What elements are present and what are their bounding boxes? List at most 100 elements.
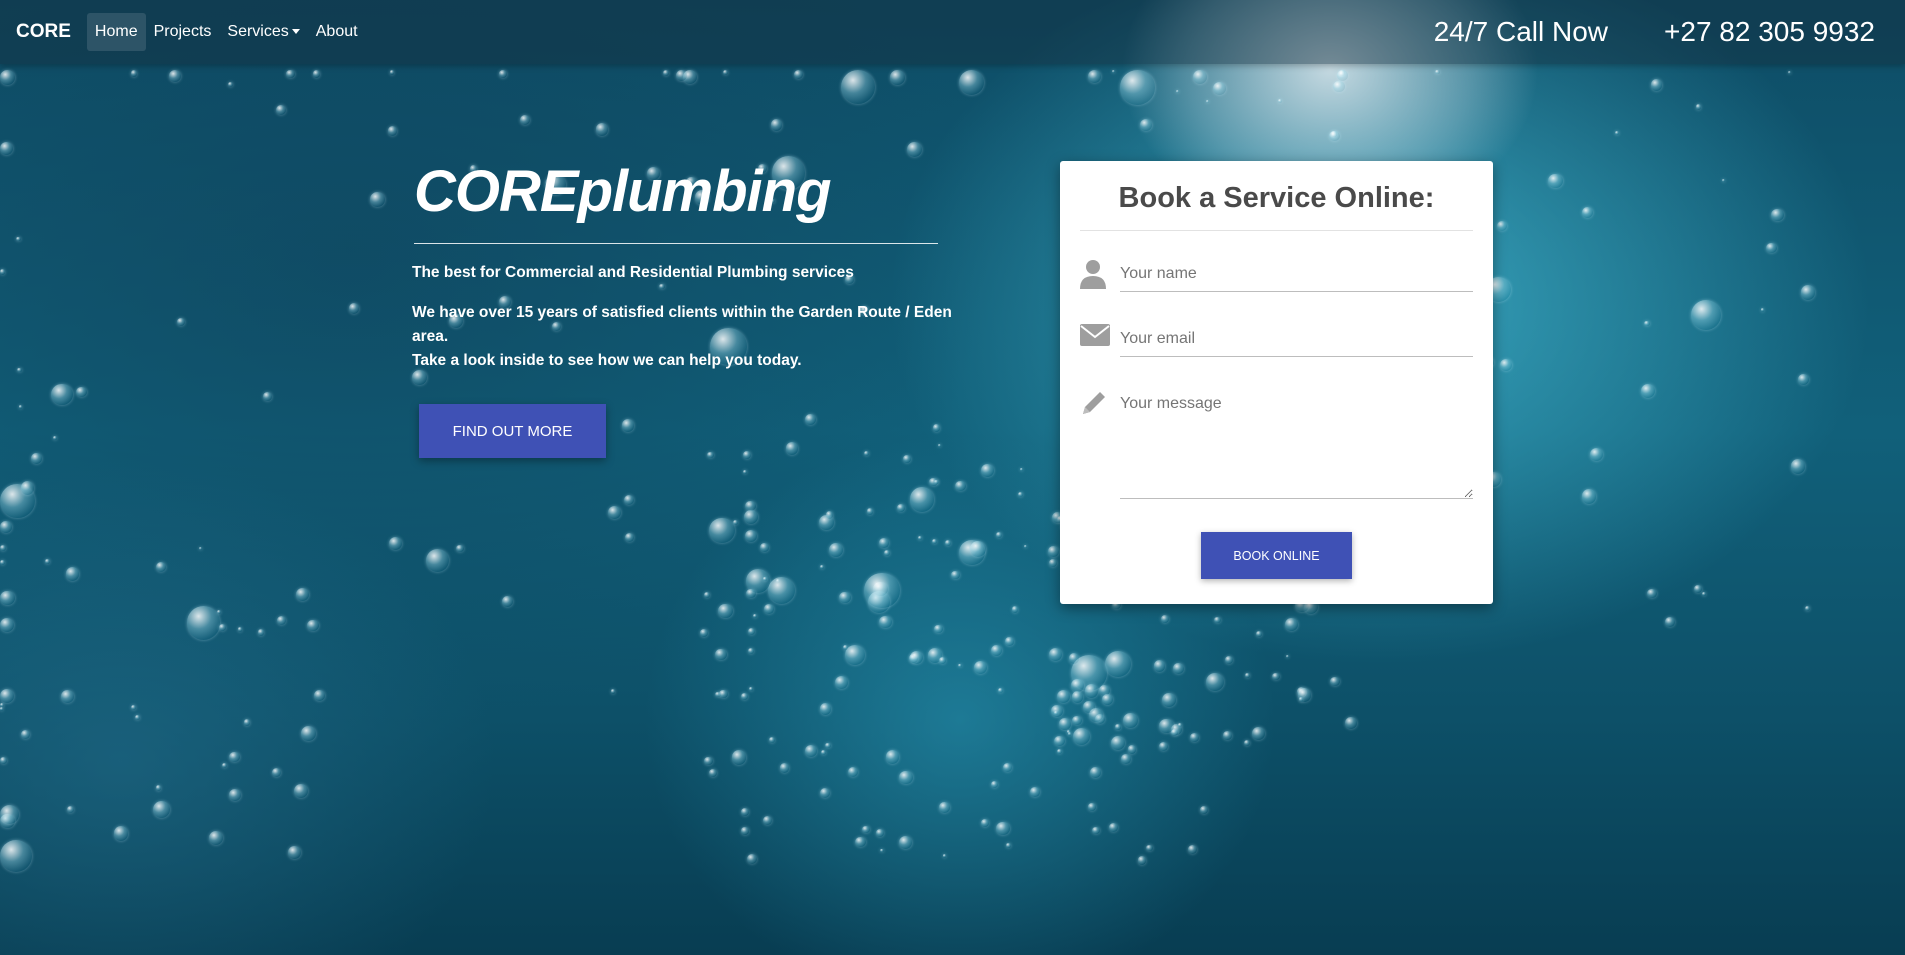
bubble bbox=[17, 367, 23, 373]
bubble bbox=[1245, 673, 1251, 679]
name-input[interactable] bbox=[1120, 259, 1473, 292]
bubble bbox=[1647, 588, 1657, 599]
bubble bbox=[804, 414, 816, 426]
bubble bbox=[113, 826, 129, 841]
bubble bbox=[847, 767, 858, 778]
email-input[interactable] bbox=[1120, 324, 1473, 357]
bubble bbox=[732, 519, 739, 525]
bubble bbox=[749, 687, 754, 692]
message-textarea[interactable] bbox=[1120, 389, 1473, 499]
bubble bbox=[1277, 99, 1282, 104]
bubble bbox=[770, 119, 783, 131]
bubble bbox=[907, 142, 923, 158]
bubble bbox=[896, 503, 906, 513]
bubble bbox=[20, 481, 35, 495]
bubble bbox=[1285, 618, 1298, 631]
bubble bbox=[821, 749, 827, 755]
nav-home[interactable]: Home bbox=[86, 13, 146, 51]
bubble bbox=[744, 509, 758, 524]
bubble bbox=[708, 769, 717, 778]
bubble bbox=[1049, 558, 1058, 567]
bubble bbox=[1760, 307, 1765, 312]
bubble bbox=[743, 470, 748, 475]
bubble bbox=[762, 815, 772, 826]
bubble bbox=[1121, 754, 1131, 764]
bubble bbox=[1109, 822, 1119, 832]
bubble bbox=[883, 549, 890, 556]
bubble bbox=[1615, 130, 1619, 135]
nav-projects[interactable]: Projects bbox=[146, 13, 220, 51]
bubble bbox=[217, 609, 222, 614]
bubble bbox=[939, 656, 946, 664]
bubble bbox=[1190, 733, 1200, 743]
message-row bbox=[1080, 389, 1473, 499]
bubble bbox=[66, 805, 75, 814]
bubble bbox=[1337, 70, 1349, 81]
bubble bbox=[980, 818, 990, 828]
bubble bbox=[918, 535, 923, 540]
nav-about[interactable]: About bbox=[308, 13, 366, 51]
bubble bbox=[1581, 489, 1597, 504]
bubble bbox=[840, 70, 875, 105]
bubble bbox=[1140, 118, 1153, 131]
bubble bbox=[1329, 130, 1340, 142]
bubble bbox=[1345, 716, 1358, 729]
bubble bbox=[0, 839, 32, 872]
bubble bbox=[707, 451, 714, 459]
bubble bbox=[1059, 718, 1071, 730]
bubble bbox=[0, 520, 12, 533]
bubble bbox=[1115, 724, 1121, 730]
bubble bbox=[704, 756, 714, 766]
bubbles-decoration bbox=[0, 0, 1905, 955]
bubble bbox=[1252, 727, 1265, 740]
phone-number[interactable]: +27 82 305 9932 bbox=[1664, 16, 1875, 48]
bubble bbox=[1017, 491, 1024, 498]
bubble bbox=[0, 70, 15, 85]
bubble bbox=[1333, 80, 1345, 93]
bubble bbox=[262, 391, 272, 401]
bubble bbox=[1068, 652, 1080, 664]
bubble bbox=[1223, 731, 1232, 741]
bubble bbox=[879, 538, 889, 548]
book-online-button[interactable]: BOOK ONLINE bbox=[1201, 532, 1352, 579]
bubble bbox=[709, 517, 735, 544]
bubble bbox=[828, 543, 843, 558]
nav-services[interactable]: Services bbox=[219, 13, 307, 51]
bubble bbox=[16, 236, 21, 242]
bubble bbox=[187, 606, 221, 640]
find-out-more-button[interactable]: FIND OUT MORE bbox=[419, 404, 606, 458]
bubble bbox=[1088, 803, 1096, 811]
bubble bbox=[1071, 679, 1084, 692]
bubble bbox=[0, 141, 13, 155]
bubble bbox=[835, 676, 849, 689]
bubble bbox=[45, 559, 50, 564]
bubble bbox=[1146, 844, 1153, 852]
bubble bbox=[951, 570, 960, 580]
bubble bbox=[779, 763, 790, 774]
bubble bbox=[718, 603, 733, 619]
bubble bbox=[742, 450, 752, 460]
bubble bbox=[243, 719, 251, 726]
bubble bbox=[793, 70, 803, 80]
bubble bbox=[625, 532, 635, 542]
bubble bbox=[864, 572, 900, 609]
brand-logo[interactable]: CORE bbox=[16, 21, 71, 43]
bubble bbox=[293, 784, 308, 799]
bubble bbox=[764, 604, 775, 614]
hero-line-2: Take a look inside to see how we can hel… bbox=[412, 352, 802, 369]
navbar: CORE Home Projects Services About 24/7 C… bbox=[0, 0, 1905, 64]
envelope-icon bbox=[1080, 324, 1120, 351]
bubble bbox=[18, 405, 23, 410]
bubble bbox=[863, 450, 870, 457]
bubble bbox=[942, 854, 947, 858]
bubble bbox=[1199, 805, 1208, 814]
bubble bbox=[229, 788, 242, 801]
bubble bbox=[1057, 689, 1071, 703]
bubble bbox=[1790, 459, 1806, 474]
caret-down-icon bbox=[291, 29, 300, 35]
bubble bbox=[804, 744, 818, 758]
bubble bbox=[1298, 688, 1312, 702]
bubble bbox=[746, 854, 757, 865]
bubble bbox=[1072, 715, 1082, 725]
bubble bbox=[1771, 208, 1784, 222]
